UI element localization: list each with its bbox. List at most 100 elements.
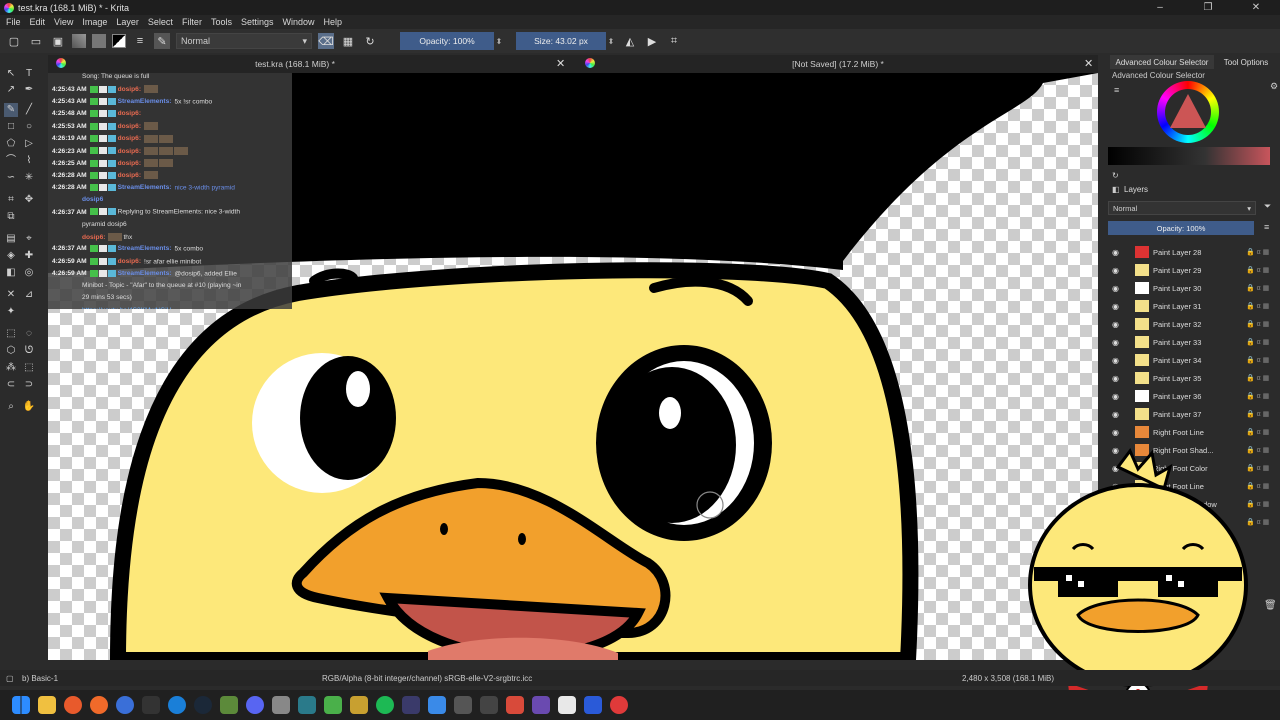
move-tool-icon[interactable]: ✥ [22, 193, 36, 207]
polygon-tool-icon[interactable]: ⬠ [4, 137, 18, 151]
visibility-eye-icon[interactable]: ◉ [1112, 356, 1124, 365]
layer-lock-alpha-icon[interactable]: 🔒 α ▦ [1246, 410, 1276, 418]
layer-row[interactable]: ◉ Right Foot Line 🔒 α ▦ [1104, 423, 1276, 441]
layers-blend-select[interactable]: Normal ▾ [1108, 201, 1256, 215]
layer-row[interactable]: ◉ Paint Layer 28 🔒 α ▦ [1104, 243, 1276, 261]
menu-filter[interactable]: Filter [182, 17, 202, 27]
layer-lock-alpha-icon[interactable]: 🔒 α ▦ [1246, 428, 1276, 436]
bezier-tool-icon[interactable]: ⌒ [4, 154, 18, 168]
visibility-eye-icon[interactable]: ◉ [1112, 320, 1124, 329]
close-button[interactable]: ✕ [1232, 2, 1280, 13]
menu-view[interactable]: View [54, 17, 73, 27]
app-blue3-icon[interactable] [584, 696, 602, 714]
app-blue2-icon[interactable] [428, 696, 446, 714]
preserve-alpha-icon[interactable]: ▦ [340, 33, 356, 49]
menu-window[interactable]: Window [282, 17, 314, 27]
gradient-tool-icon[interactable]: ▤ [4, 232, 18, 246]
reference-tool-icon[interactable]: ✦ [4, 305, 18, 319]
open-document-icon[interactable]: ▭ [28, 33, 44, 49]
app-gold-icon[interactable] [350, 696, 368, 714]
close-icon[interactable]: ✕ [556, 57, 565, 70]
transform-tool-icon[interactable]: ⧉ [4, 210, 18, 224]
app-purple-icon[interactable] [402, 696, 420, 714]
layer-lock-alpha-icon[interactable]: 🔒 α ▦ [1246, 302, 1276, 310]
polyline-tool-icon[interactable]: ▷ [22, 137, 36, 151]
layer-row[interactable]: ◉ Paint Layer 30 🔒 α ▦ [1104, 279, 1276, 297]
colour-menu-icon[interactable]: ≡ [1114, 85, 1119, 95]
app-red-icon[interactable] [506, 696, 524, 714]
size-slider[interactable]: Size: 43.02 px [516, 32, 606, 50]
select-shapes-tool-icon[interactable]: ↖ [4, 67, 18, 81]
brave-browser-icon[interactable] [64, 696, 82, 714]
colour-history-bar[interactable] [1108, 147, 1270, 165]
windows-start-icon[interactable] [12, 696, 30, 714]
menu-edit[interactable]: Edit [30, 17, 46, 27]
reload-preset-icon[interactable]: ↻ [362, 33, 378, 49]
colour-wheel[interactable] [1157, 81, 1219, 143]
layer-lock-alpha-icon[interactable]: 🔒 α ▦ [1246, 374, 1276, 382]
line-tool-icon[interactable]: ╱ [22, 103, 36, 117]
layer-lock-alpha-icon[interactable]: 🔒 α ▦ [1246, 284, 1276, 292]
layer-row[interactable]: ◉ Paint Layer 37 🔒 α ▦ [1104, 405, 1276, 423]
menu-file[interactable]: File [6, 17, 21, 27]
rectangle-tool-icon[interactable]: □ [4, 120, 18, 134]
menu-help[interactable]: Help [324, 17, 343, 27]
magnetic-select-tool-icon[interactable]: ⊃ [22, 378, 36, 392]
measure-tool-icon[interactable]: ⊿ [22, 288, 36, 302]
app-dark2-icon[interactable] [480, 696, 498, 714]
layer-lock-alpha-icon[interactable]: 🔒 α ▦ [1246, 338, 1276, 346]
colour-triangle[interactable] [1170, 94, 1206, 128]
chat-username[interactable]: StreamElements: [118, 245, 172, 252]
app-grey-icon[interactable] [272, 696, 290, 714]
menu-image[interactable]: Image [82, 17, 107, 27]
eraser-mode-icon[interactable]: ⌫ [318, 33, 334, 49]
app-dark-icon[interactable] [454, 696, 472, 714]
brush-preset-icon[interactable]: ✎ [154, 33, 170, 49]
visibility-eye-icon[interactable]: ◉ [1112, 392, 1124, 401]
filter-icon[interactable]: ⏷ [1264, 201, 1271, 212]
visibility-eye-icon[interactable]: ◉ [1112, 410, 1124, 419]
chat-username[interactable]: dosip6: [118, 86, 141, 93]
discord-icon[interactable] [246, 696, 264, 714]
chat-username[interactable]: dosip6: [118, 110, 141, 117]
spotify-icon[interactable] [376, 696, 394, 714]
fg-bg-color-icon[interactable] [112, 34, 126, 48]
settings-icon[interactable]: ⚙ [1270, 81, 1278, 92]
visibility-eye-icon[interactable]: ◉ [1112, 266, 1124, 275]
tab-advanced-colour-selector[interactable]: Advanced Colour Selector [1110, 55, 1214, 69]
layer-lock-alpha-icon[interactable]: 🔒 α ▦ [1246, 248, 1276, 256]
edit-shapes-tool-icon[interactable]: ↗ [4, 83, 18, 97]
chat-username[interactable]: StreamElements: [118, 98, 172, 105]
visibility-eye-icon[interactable]: ◉ [1112, 284, 1124, 293]
chat-username[interactable]: dosip6 [82, 196, 103, 203]
layer-row[interactable]: ◉ Paint Layer 34 🔒 α ▦ [1104, 351, 1276, 369]
firefox-icon[interactable] [90, 696, 108, 714]
layer-row[interactable]: ◉ Paint Layer 35 🔒 α ▦ [1104, 369, 1276, 387]
layer-row[interactable]: ◉ Paint Layer 33 🔒 α ▦ [1104, 333, 1276, 351]
dynamic-brush-tool-icon[interactable]: ∽ [4, 171, 18, 185]
tab-not-saved[interactable]: [Not Saved] (17.2 MiB) * [608, 55, 1068, 73]
fill-tool-icon[interactable]: ◧ [4, 266, 18, 280]
visibility-eye-icon[interactable]: ◉ [1112, 428, 1124, 437]
freehand-path-tool-icon[interactable]: ⌇ [22, 154, 36, 168]
bezier-select-tool-icon[interactable]: ⊂ [4, 378, 18, 392]
colorize-mask-tool-icon[interactable]: ◈ [4, 249, 18, 263]
contiguous-select-tool-icon[interactable]: ⁂ [4, 361, 18, 375]
krita-taskbar-icon[interactable] [610, 696, 628, 714]
visibility-eye-icon[interactable]: ◉ [1112, 302, 1124, 311]
layer-lock-alpha-icon[interactable]: 🔒 α ▦ [1246, 392, 1276, 400]
app-blue-icon[interactable] [168, 696, 186, 714]
refresh-icon[interactable]: ↻ [1112, 171, 1119, 180]
pan-tool-icon[interactable]: ✋ [22, 400, 36, 414]
assistant-tool-icon[interactable]: ✕ [4, 288, 18, 302]
zoom-tool-icon[interactable]: ⌕ [4, 400, 18, 414]
wrap-around-icon[interactable]: ⌗ [666, 33, 682, 49]
file-explorer-icon[interactable] [38, 696, 56, 714]
maximize-button[interactable]: ❐ [1184, 2, 1232, 13]
opacity-spin-icon[interactable]: ⬍ [494, 37, 504, 46]
layer-row[interactable]: ◉ Paint Layer 31 🔒 α ▦ [1104, 297, 1276, 315]
layer-lock-alpha-icon[interactable]: 🔒 α ▦ [1246, 266, 1276, 274]
chat-username[interactable]: StreamElements: [118, 184, 172, 191]
layer-row[interactable]: ◉ Paint Layer 36 🔒 α ▦ [1104, 387, 1276, 405]
app-teal-icon[interactable] [298, 696, 316, 714]
